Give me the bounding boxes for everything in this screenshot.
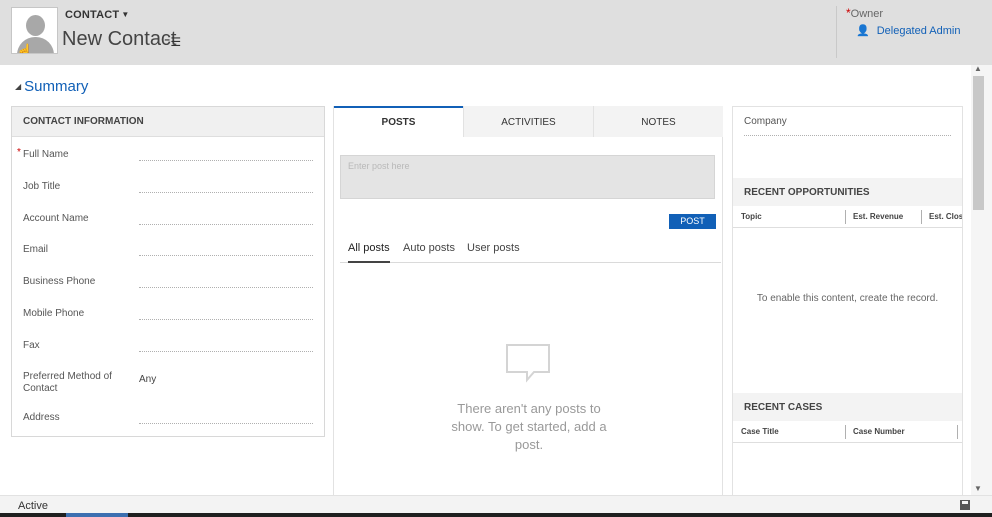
social-pane: POSTS ACTIVITIES NOTES Enter post here P… [333, 106, 723, 517]
column-separator [921, 210, 922, 224]
recent-cases-heading: RECENT CASES [733, 393, 962, 421]
filter-all-posts[interactable]: All posts [348, 242, 390, 263]
required-asterisk-icon: * [17, 147, 21, 158]
tab-posts[interactable]: POSTS [334, 106, 463, 137]
job-title-input[interactable] [139, 181, 313, 193]
field-label: Business Phone [23, 276, 96, 287]
business-phone-input[interactable] [139, 276, 313, 288]
speech-bubble-icon [506, 344, 550, 383]
field-business-phone[interactable]: Business Phone [23, 276, 313, 306]
caret-down-icon: ▼ [121, 10, 130, 19]
filter-user-posts[interactable]: User posts [467, 242, 520, 263]
scroll-up-arrow-icon[interactable]: ▲ [974, 64, 982, 73]
preferred-method-select[interactable]: Any [139, 374, 313, 386]
contact-information-card: CONTACT INFORMATION * Full Name Job Title… [11, 106, 325, 437]
email-input[interactable] [139, 244, 313, 256]
social-tabs: POSTS ACTIVITIES NOTES [334, 106, 723, 137]
empty-posts-message: There aren't any posts to show. To get s… [451, 401, 607, 452]
entity-type-label: CONTACT [65, 9, 120, 21]
enable-content-message: To enable this content, create the recor… [756, 293, 939, 304]
field-label: Account Name [23, 213, 89, 224]
owner-name[interactable]: Delegated Admin [877, 25, 961, 37]
field-label: Mobile Phone [23, 308, 85, 319]
form-menu-icon[interactable]: ⁼☰ [164, 35, 181, 49]
section-summary-toggle[interactable]: ◢ Summary [15, 78, 88, 95]
recent-opportunities-heading: RECENT OPPORTUNITIES [733, 178, 962, 206]
owner-field-label: *Owner [846, 6, 884, 20]
tab-notes[interactable]: NOTES [593, 106, 723, 137]
post-button[interactable]: POST [669, 214, 716, 229]
field-label: Preferred Method of Contact [23, 371, 112, 394]
field-full-name[interactable]: * Full Name [17, 147, 313, 179]
field-label: Fax [23, 340, 40, 351]
field-label: Full Name [23, 149, 69, 160]
fax-input[interactable] [139, 340, 313, 352]
company-field-label: Company [744, 116, 787, 127]
field-label: Email [23, 244, 49, 255]
address-input[interactable] [139, 412, 313, 424]
window-bottom-edge [0, 513, 992, 517]
account-name-input[interactable] [139, 213, 313, 225]
field-label: Job Title [23, 181, 61, 192]
column-separator [845, 425, 846, 439]
field-mobile-phone[interactable]: Mobile Phone [23, 308, 313, 338]
record-title: New Contact [62, 28, 177, 50]
scrollbar-thumb[interactable] [973, 76, 984, 210]
contact-avatar[interactable]: ☝ [11, 7, 58, 54]
field-job-title[interactable]: Job Title [23, 181, 313, 211]
save-icon[interactable] [960, 500, 970, 510]
collapse-triangle-icon: ◢ [15, 82, 22, 91]
field-address[interactable]: Address [23, 412, 313, 442]
mobile-phone-input[interactable] [139, 308, 313, 320]
field-preferred-method[interactable]: Preferred Method of Contact Any [23, 371, 313, 401]
column-separator [957, 425, 958, 439]
hand-cursor-icon: ☝ [16, 43, 34, 54]
filter-auto-posts[interactable]: Auto posts [403, 242, 455, 263]
column-est-close[interactable]: Est. Clos [929, 212, 962, 221]
user-icon: 👤 [856, 25, 870, 37]
company-input[interactable] [744, 135, 951, 136]
column-separator [845, 210, 846, 224]
column-case-number[interactable]: Case Number [853, 427, 905, 436]
column-topic[interactable]: Topic [741, 212, 762, 221]
related-pane: Company RECENT OPPORTUNITIES Topic Est. … [732, 106, 963, 517]
avatar-head-shape [26, 15, 45, 36]
opportunities-grid-header: Topic Est. Revenue Est. Clos [733, 206, 962, 228]
record-status: Active [18, 500, 48, 512]
section-title: Summary [24, 78, 89, 95]
card-heading: CONTACT INFORMATION [12, 107, 324, 137]
form-header: ☝ CONTACT ▼ New Contact ⁼☰ *Owner 👤 Delega… [0, 0, 992, 65]
column-case-title[interactable]: Case Title [741, 427, 779, 436]
full-name-input[interactable] [139, 149, 313, 161]
cases-grid-header: Case Title Case Number [733, 421, 962, 443]
field-account-name[interactable]: Account Name [23, 213, 313, 243]
owner-lookup-value[interactable]: 👤 Delegated Admin [856, 24, 960, 37]
post-filter-tabs: All posts Auto posts User posts [340, 242, 721, 263]
tab-activities[interactable]: ACTIVITIES [463, 106, 593, 137]
post-input[interactable]: Enter post here [340, 155, 715, 199]
field-email[interactable]: Email [23, 244, 313, 274]
field-label: Address [23, 412, 60, 423]
field-fax[interactable]: Fax [23, 340, 313, 370]
taskbar-highlight [66, 513, 128, 517]
scroll-down-arrow-icon[interactable]: ▼ [974, 484, 982, 493]
column-est-revenue[interactable]: Est. Revenue [853, 212, 903, 221]
header-divider [836, 6, 837, 58]
entity-type-selector[interactable]: CONTACT ▼ [65, 9, 129, 21]
